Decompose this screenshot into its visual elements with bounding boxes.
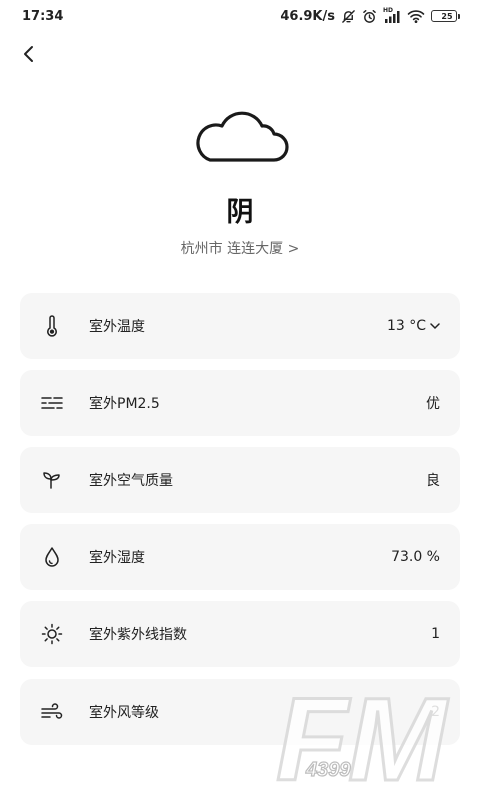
weather-condition: 阴 [226,197,254,228]
haze-icon [40,391,64,415]
back-button[interactable] [14,40,42,68]
metric-card-air-quality[interactable]: 室外空气质量 良 [20,447,460,513]
status-time: 17:34 [22,8,64,24]
metric-label: 室外风等级 [89,705,159,721]
metric-label: 室外空气质量 [89,473,173,489]
location-link[interactable]: 杭州市 连连大厦 > [0,238,480,258]
cloud-icon [192,110,290,168]
metric-label: 室外紫外线指数 [89,627,187,643]
metric-card-temperature[interactable]: 室外温度 13 °C [20,293,460,359]
metric-label: 室外PM2.5 [89,396,160,412]
metric-value: 良 [426,473,440,489]
metric-value: 73.0 % [391,549,440,565]
sprout-icon [40,468,64,492]
metric-label: 室外温度 [89,319,145,335]
metric-value: 13 °C [386,318,426,334]
metric-value: 2 [431,704,440,720]
mute-bell-icon [341,9,356,24]
metric-card-wind-level[interactable]: 室外风等级 2 [20,679,460,745]
battery-level: 25 [441,11,453,21]
wind-icon [40,700,64,724]
thermometer-icon [40,314,64,338]
cellular-signal-icon: HD [383,6,401,23]
status-bar: 17:34 46.9K/s HD 25 [0,0,480,32]
metric-label: 室外湿度 [89,550,145,566]
metric-value: 1 [431,626,440,642]
watermark-number: 4399 [305,759,351,781]
metric-card-humidity[interactable]: 室外湿度 73.0 % [20,524,460,590]
droplet-icon [40,545,64,569]
alarm-icon [362,9,377,24]
status-icons: 46.9K/s HD 25 [280,6,460,24]
metric-value: 优 [426,396,440,412]
battery-icon: 25 [431,10,460,22]
sun-icon [40,622,64,646]
metric-card-uv-index[interactable]: 室外紫外线指数 1 [20,601,460,667]
chevron-left-icon [24,46,33,62]
hd-label: HD [383,6,394,14]
metric-card-pm25[interactable]: 室外PM2.5 优 [20,370,460,436]
wifi-icon [407,9,425,23]
net-speed: 46.9K/s [280,8,335,24]
chevron-down-icon [430,323,440,330]
